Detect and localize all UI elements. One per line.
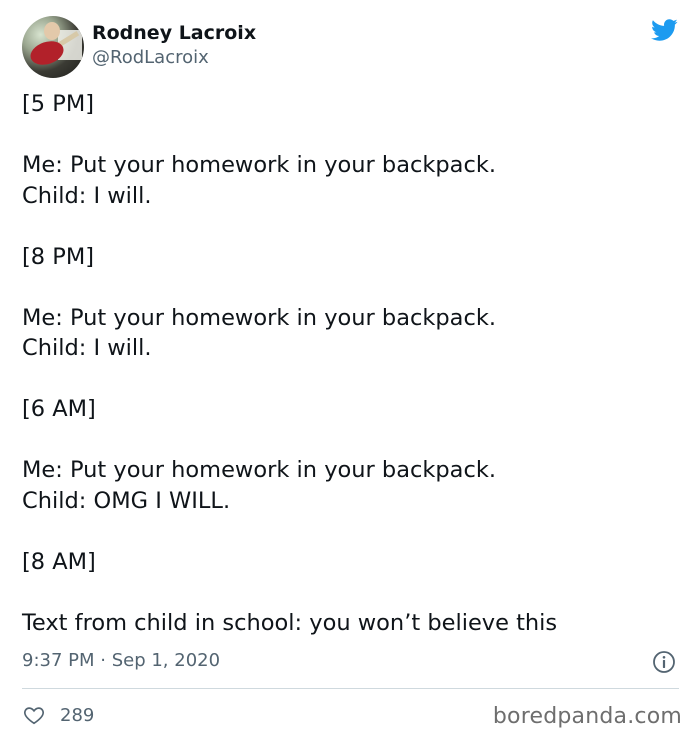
- tweet-line: [22, 211, 682, 242]
- tweet-line: [22, 364, 682, 395]
- tweet-line: [8 PM]: [22, 243, 95, 270]
- tweet-line: [8 AM]: [22, 548, 96, 575]
- tweet-line: Text from child in school: you won’t bel…: [22, 609, 558, 636]
- divider: [22, 688, 679, 689]
- tweet-line: Me: Put your homework in your backpack.: [22, 152, 497, 178]
- tweet-header: Rodney Lacroix @RodLacroix: [22, 14, 682, 80]
- tweet-line: Child: I will.: [22, 335, 152, 361]
- tweet-line: [5 PM]: [22, 91, 95, 117]
- tweet-line: [22, 120, 682, 151]
- tweet-line: [22, 516, 682, 547]
- avatar-head: [44, 22, 60, 40]
- tweet-timestamp[interactable]: 9:37 PM · Sep 1, 2020: [22, 650, 220, 671]
- heart-icon[interactable]: [22, 704, 46, 726]
- info-icon[interactable]: [652, 650, 676, 674]
- twitter-bird-icon[interactable]: [648, 16, 680, 44]
- tweet-line: [22, 272, 682, 303]
- like-action[interactable]: 289: [22, 702, 94, 728]
- tweet-line: [6 AM]: [22, 396, 96, 422]
- tweet-line: Child: I will.: [22, 182, 152, 209]
- tweet-line: Me: Put your homework in your backpack.: [22, 457, 497, 483]
- tweet-line: Child: OMG I WILL.: [22, 487, 231, 514]
- tweet-text: [5 PM] Me: Put your homework in your bac…: [22, 89, 682, 638]
- author-name[interactable]: Rodney Lacroix: [92, 22, 256, 44]
- author-handle[interactable]: @RodLacroix: [92, 47, 209, 68]
- like-count: 289: [60, 704, 95, 726]
- watermark: boredpanda.com: [492, 704, 682, 729]
- tweet-line: [22, 577, 682, 608]
- tweet-line: [22, 425, 682, 456]
- tweet-line: Me: Put your homework in your backpack.: [22, 304, 497, 331]
- avatar[interactable]: [22, 16, 84, 78]
